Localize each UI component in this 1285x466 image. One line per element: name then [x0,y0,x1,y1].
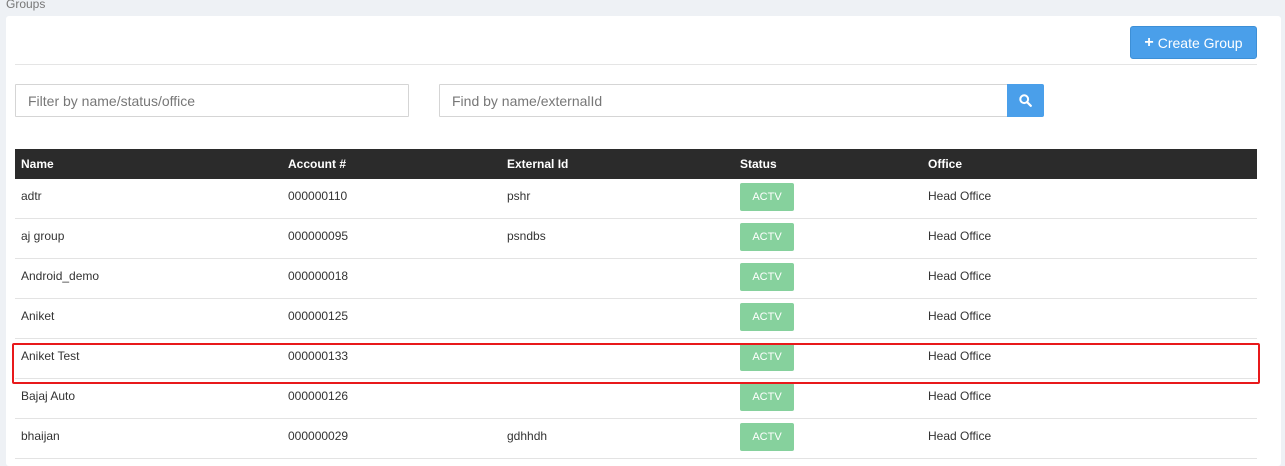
header-name[interactable]: Name [21,149,54,179]
row-account: 000000133 [288,349,349,363]
row-name: adtr [21,189,42,203]
row-name: Aniket Test [21,349,80,363]
row-account: 000000029 [288,429,349,443]
filter-input[interactable] [15,84,409,117]
row-account: 000000095 [288,229,349,243]
groups-table: Name Account # External Id Status Office… [15,149,1257,459]
row-status: ACTV [740,299,794,338]
row-office: Head Office [928,349,992,363]
row-name: aj group [21,229,65,243]
divider [15,64,1257,65]
row-name: Aniket [21,309,55,323]
row-status: ACTV [740,419,794,458]
table-row[interactable]: aj group 000000095 psndbs ACTV Head Office [15,219,1257,259]
row-account: 000000125 [288,309,349,323]
header-office[interactable]: Office [928,149,962,179]
find-input[interactable] [439,84,1008,117]
row-name: Bajaj Auto [21,389,76,403]
row-account: 000000110 [288,189,348,203]
table-row[interactable]: Aniket 000000125 ACTV Head Office [15,299,1257,339]
header-external-id[interactable]: External Id [507,149,568,179]
row-office: Head Office [928,229,992,243]
row-account: 000000018 [288,269,349,283]
row-status: ACTV [740,259,794,298]
groups-panel: + Create Group Name Account # External I… [6,16,1281,466]
header-account[interactable]: Account # [288,149,346,179]
row-external-id: gdhhdh [507,429,548,443]
status-badge: ACTV [740,263,794,291]
status-badge: ACTV [740,223,794,251]
status-badge: ACTV [740,183,794,211]
row-office: Head Office [928,189,992,203]
table-row[interactable]: Aniket Test 000000133 ACTV Head Office [15,339,1257,379]
search-button[interactable] [1007,84,1044,117]
table-header: Name Account # External Id Status Office [15,149,1257,179]
row-status: ACTV [740,179,794,218]
row-external-id: pshr [507,189,531,203]
plus-icon: + [1144,33,1154,51]
search-icon [1019,94,1032,107]
table-row[interactable]: Android_demo 000000018 ACTV Head Office [15,259,1257,299]
row-office: Head Office [928,309,992,323]
row-status: ACTV [740,379,794,418]
table-row[interactable]: bhaijan 000000029 gdhhdh ACTV Head Office [15,419,1257,459]
row-name: Android_demo [21,269,100,283]
breadcrumb: Groups [6,0,46,11]
row-account: 000000126 [288,389,349,403]
table-row[interactable]: Bajaj Auto 000000126 ACTV Head Office [15,379,1257,419]
status-badge: ACTV [740,383,794,411]
row-office: Head Office [928,269,992,283]
status-badge: ACTV [740,303,794,331]
row-office: Head Office [928,429,992,443]
create-group-label: Create Group [1157,34,1243,51]
status-badge: ACTV [740,343,794,371]
row-status: ACTV [740,219,794,258]
table-row[interactable]: adtr 000000110 pshr ACTV Head Office [15,179,1257,219]
create-group-button[interactable]: + Create Group [1130,26,1257,59]
status-badge: ACTV [740,423,794,451]
row-external-id: psndbs [507,229,546,243]
table-body: adtr 000000110 pshr ACTV Head Office aj group… [15,179,1257,459]
row-name: bhaijan [21,429,60,443]
row-office: Head Office [928,389,992,403]
row-status: ACTV [740,339,794,378]
header-status[interactable]: Status [740,149,777,179]
